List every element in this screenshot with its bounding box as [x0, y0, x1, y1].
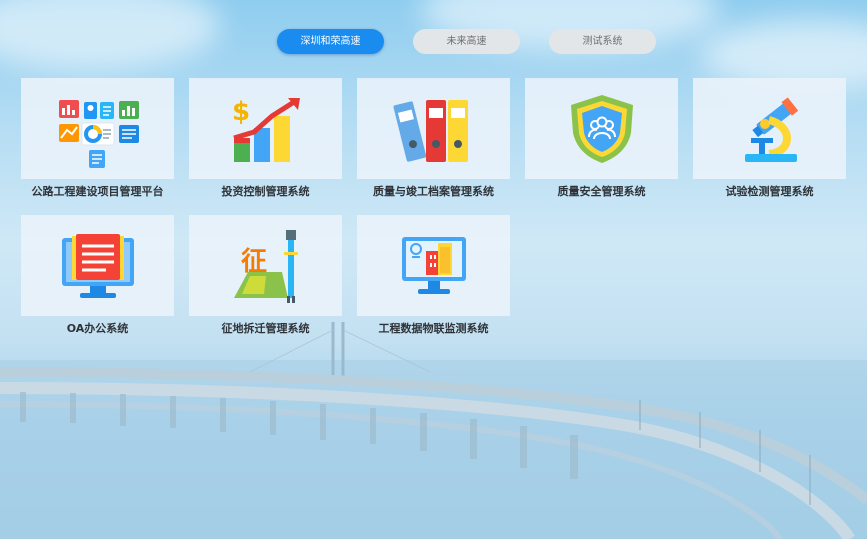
system-card-investment-control[interactable]: $ 投资控制管理系统	[189, 78, 342, 199]
card-label: OA办公系统	[66, 322, 129, 335]
dashboard-icon	[58, 99, 139, 168]
card-label: 质量安全管理系统	[557, 185, 646, 198]
card-label: 工程数据物联监测系统	[378, 322, 489, 335]
system-card-land-acquisition[interactable]: 征 征地拆迁管理系统	[189, 215, 342, 336]
card-icon-box	[357, 215, 510, 316]
shield-icon	[570, 94, 633, 163]
system-tabs: 深圳和荣高速 未来高速 测试系统	[0, 29, 867, 55]
investment-chart-icon: $	[232, 97, 300, 162]
microscope-icon	[744, 96, 798, 162]
tab-shenzhen-herong[interactable]: 深圳和荣高速	[277, 29, 384, 54]
card-icon-box: $	[189, 78, 342, 179]
system-card-quality-archive[interactable]: 质量与竣工档案管理系统	[357, 78, 510, 199]
card-icon-box: 征	[189, 215, 342, 316]
iot-monitor-icon	[401, 236, 466, 294]
tab-future-highway[interactable]: 未来高速	[413, 29, 520, 54]
card-label: 征地拆迁管理系统	[221, 322, 310, 335]
land-acquisition-icon: 征	[233, 229, 298, 303]
card-label: 试验检测管理系统	[725, 185, 814, 198]
card-label: 公路工程建设项目管理平台	[31, 185, 164, 198]
card-icon-box	[693, 78, 846, 179]
card-icon-box	[357, 78, 510, 179]
land-glyph: 征	[241, 247, 267, 277]
tab-test-system[interactable]: 测试系统	[549, 29, 656, 54]
card-icon-box	[21, 215, 174, 316]
card-label: 投资控制管理系统	[221, 185, 310, 198]
card-label: 质量与竣工档案管理系统	[373, 185, 494, 198]
system-card-quality-safety[interactable]: 质量安全管理系统	[525, 78, 678, 199]
system-card-highway-platform[interactable]: 公路工程建设项目管理平台	[21, 78, 174, 199]
office-monitor-icon	[61, 233, 134, 298]
card-icon-box	[525, 78, 678, 179]
system-card-test-inspection[interactable]: 试验检测管理系统	[693, 78, 846, 199]
card-icon-box	[21, 78, 174, 179]
archive-binders-icon	[393, 99, 468, 162]
system-card-oa-office[interactable]: OA办公系统	[21, 215, 174, 336]
system-card-iot-monitoring[interactable]: 工程数据物联监测系统	[357, 215, 510, 336]
svg-text:$: $	[232, 97, 250, 127]
